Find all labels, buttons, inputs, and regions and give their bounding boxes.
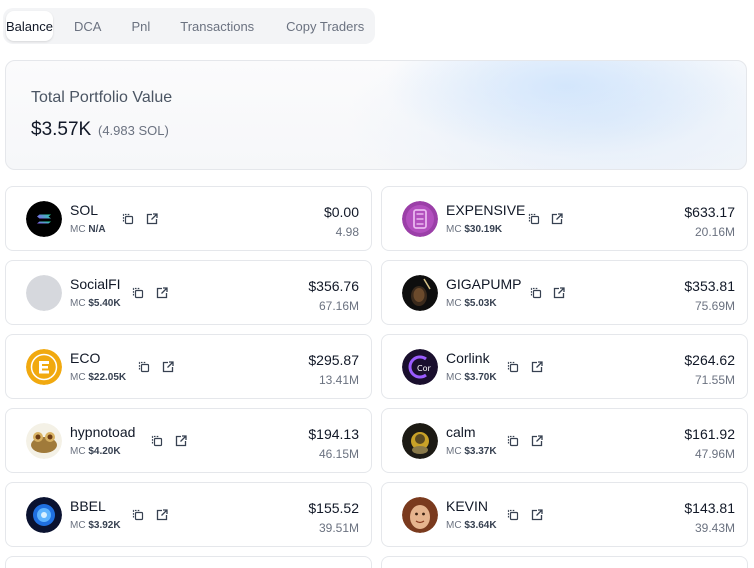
copy-icon[interactable] <box>506 508 520 522</box>
tab-copy-traders[interactable]: Copy Traders <box>275 11 375 41</box>
copy-icon[interactable] <box>506 434 520 448</box>
copy-icon[interactable] <box>137 360 151 374</box>
token-usd-value: $143.81 <box>684 500 735 516</box>
token-card-partial[interactable] <box>381 556 748 568</box>
tab-balance[interactable]: Balance <box>6 11 53 41</box>
token-name: hypnotoad <box>70 424 136 440</box>
token-card-bbel[interactable]: BBEL MC $3.92K $155.52 39.51M <box>5 482 372 547</box>
external-link-icon[interactable] <box>155 508 169 522</box>
token-market-cap: MC $5.03K <box>446 298 497 309</box>
placeholder-logo-icon <box>26 275 62 311</box>
token-usd-value: $353.81 <box>684 278 735 294</box>
copy-icon[interactable] <box>529 286 543 300</box>
external-link-icon[interactable] <box>145 212 159 226</box>
token-market-cap: MC $30.19K <box>446 224 503 235</box>
token-market-cap: MC $3.70K <box>446 372 497 383</box>
token-name: GIGAPUMP <box>446 276 522 292</box>
external-link-icon[interactable] <box>155 286 169 300</box>
external-link-icon[interactable] <box>530 508 544 522</box>
portfolio-sol-amount: (4.983 SOL) <box>98 123 169 138</box>
token-usd-value: $0.00 <box>323 204 359 220</box>
token-market-cap: MC $4.20K <box>70 446 121 457</box>
token-card-sol[interactable]: SOL MC N/A $0.00 4.98 <box>5 186 372 251</box>
expensive-logo-icon <box>402 201 438 237</box>
token-card-eco[interactable]: ECO MC $22.05K $295.87 13.41M <box>5 334 372 399</box>
external-link-icon[interactable] <box>530 434 544 448</box>
token-amount: 75.69M <box>694 299 735 313</box>
token-name: SOL <box>70 202 99 218</box>
token-market-cap: MC $3.64K <box>446 520 497 531</box>
copy-icon[interactable] <box>121 212 135 226</box>
portfolio-label: Total Portfolio Value <box>31 89 173 106</box>
external-link-icon[interactable] <box>550 212 564 226</box>
copy-icon[interactable] <box>150 434 164 448</box>
tab-dca[interactable]: DCA <box>63 11 112 41</box>
token-name: KEVIN <box>446 498 489 514</box>
token-amount: 39.43M <box>694 521 735 535</box>
token-amount: 4.98 <box>335 225 359 239</box>
token-amount: 20.16M <box>694 225 735 239</box>
token-card-corlink[interactable]: Cor Corlink MC $3.70K $264.62 71.55M <box>381 334 748 399</box>
token-name: calm <box>446 424 476 440</box>
token-amount: 46.15M <box>318 447 359 461</box>
copy-icon[interactable] <box>527 212 541 226</box>
token-name: EXPENSIVE <box>446 202 526 218</box>
token-card-expensive[interactable]: EXPENSIVE MC $30.19K $633.17 20.16M <box>381 186 748 251</box>
token-card-partial[interactable] <box>5 556 372 568</box>
token-grid: SOL MC N/A $0.00 4.98 EXPENSIVE MC $30.1… <box>5 186 748 568</box>
kevin-logo-icon <box>402 497 438 533</box>
token-usd-value: $295.87 <box>308 352 359 368</box>
token-card-socialfi[interactable]: SocialFI MC $5.40K $356.76 67.16M <box>5 260 372 325</box>
tab-bar: Balance DCA Pnl Transactions Copy Trader… <box>3 8 375 44</box>
calm-logo-icon <box>402 423 438 459</box>
tab-pnl[interactable]: Pnl <box>120 11 161 41</box>
external-link-icon[interactable] <box>530 360 544 374</box>
external-link-icon[interactable] <box>161 360 175 374</box>
token-market-cap: MC $3.92K <box>70 520 121 531</box>
corlink-logo-icon: Cor <box>402 349 438 385</box>
token-card-calm[interactable]: calm MC $3.37K $161.92 47.96M <box>381 408 748 473</box>
token-usd-value: $194.13 <box>308 426 359 442</box>
external-link-icon[interactable] <box>174 434 188 448</box>
token-market-cap: MC $22.05K <box>70 372 127 383</box>
gigapump-logo-icon <box>402 275 438 311</box>
solana-logo-icon <box>26 201 62 237</box>
copy-icon[interactable] <box>131 286 145 300</box>
token-market-cap: MC N/A <box>70 224 106 235</box>
token-name: BBEL <box>70 498 106 514</box>
bbel-logo-icon <box>26 497 62 533</box>
token-usd-value: $356.76 <box>308 278 359 294</box>
svg-text:Cor: Cor <box>417 364 431 373</box>
copy-icon[interactable] <box>131 508 145 522</box>
token-amount: 71.55M <box>694 373 735 387</box>
token-card-gigapump[interactable]: GIGAPUMP MC $5.03K $353.81 75.69M <box>381 260 748 325</box>
token-usd-value: $161.92 <box>684 426 735 442</box>
eco-logo-icon <box>26 349 62 385</box>
portfolio-value: $3.57K <box>31 119 92 140</box>
tab-transactions[interactable]: Transactions <box>169 11 265 41</box>
copy-icon[interactable] <box>506 360 520 374</box>
token-usd-value: $633.17 <box>684 204 735 220</box>
token-card-kevin[interactable]: KEVIN MC $3.64K $143.81 39.43M <box>381 482 748 547</box>
hypnotoad-logo-icon <box>26 423 62 459</box>
token-amount: 13.41M <box>318 373 359 387</box>
token-amount: 39.51M <box>318 521 359 535</box>
token-name: ECO <box>70 350 101 366</box>
token-amount: 47.96M <box>694 447 735 461</box>
token-name: SocialFI <box>70 276 121 292</box>
token-market-cap: MC $3.37K <box>446 446 497 457</box>
token-name: Corlink <box>446 350 490 366</box>
token-usd-value: $264.62 <box>684 352 735 368</box>
wallet-panel: Balance DCA Pnl Transactions Copy Trader… <box>0 0 754 568</box>
token-card-hypnotoad[interactable]: hypnotoad MC $4.20K $194.13 46.15M <box>5 408 372 473</box>
external-link-icon[interactable] <box>552 286 566 300</box>
portfolio-summary-card: Total Portfolio Value $3.57K (4.983 SOL) <box>5 60 747 170</box>
token-amount: 67.16M <box>318 299 359 313</box>
token-usd-value: $155.52 <box>308 500 359 516</box>
token-market-cap: MC $5.40K <box>70 298 121 309</box>
